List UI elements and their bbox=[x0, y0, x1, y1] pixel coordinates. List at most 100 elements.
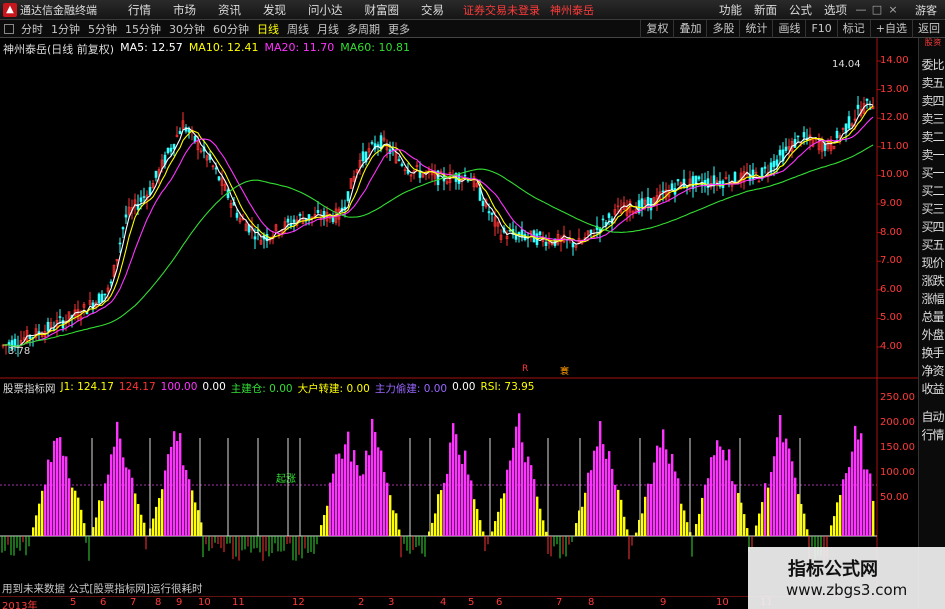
menu-bar: ▲ 通达信金融终端 行情 市场 资讯 发现 问小达 财富圈 交易 证券交易未登录… bbox=[0, 0, 945, 20]
period-fenshi[interactable]: 分时 bbox=[21, 21, 43, 37]
indicator-bar bbox=[77, 497, 80, 536]
period-30min[interactable]: 30分钟 bbox=[169, 21, 205, 37]
kline-chart[interactable] bbox=[0, 38, 918, 609]
trade-login-status[interactable]: 证券交易未登录 bbox=[463, 2, 540, 18]
sidetab-item[interactable]: 收益 bbox=[919, 380, 945, 398]
price-tick-label: 7.00 bbox=[880, 255, 903, 267]
menu-hangqing[interactable]: 行情 bbox=[128, 2, 151, 18]
chart-area[interactable]: 神州泰岳(日线 前复权) MA5: 12.57 MA10: 12.41 MA20… bbox=[0, 38, 918, 609]
formula-note: 用到未来数据 公式[股票指标网]运行很耗时 bbox=[2, 583, 203, 595]
multi-stock-button[interactable]: 多股 bbox=[706, 19, 739, 38]
period-1min[interactable]: 1分钟 bbox=[51, 21, 80, 37]
indicator-dahu: 大户转建: 0.00 bbox=[297, 383, 370, 395]
indicator-name[interactable]: 股票指标网 bbox=[3, 381, 56, 396]
menu-caifuquan[interactable]: 财富圈 bbox=[365, 2, 400, 18]
candle-body bbox=[166, 147, 170, 154]
ma20-line bbox=[2, 116, 874, 347]
indicator-bar bbox=[461, 463, 464, 536]
sidetab-item[interactable]: 净资 bbox=[919, 362, 945, 380]
indicator-bar bbox=[497, 511, 500, 536]
indicator-bar bbox=[530, 465, 533, 536]
sidetab-item[interactable]: 涨跌 bbox=[919, 272, 945, 290]
indicator-bar bbox=[797, 494, 800, 536]
menu-gongneng[interactable]: 功能 bbox=[719, 2, 742, 18]
period-weekly[interactable]: 周线 bbox=[287, 21, 309, 37]
indicator-bar bbox=[446, 473, 449, 536]
indicator-bar bbox=[320, 525, 323, 536]
candle-body bbox=[316, 210, 320, 214]
period-multi[interactable]: 多周期 bbox=[347, 21, 380, 37]
period-60min[interactable]: 60分钟 bbox=[213, 21, 249, 37]
period-more[interactable]: 更多 bbox=[388, 21, 410, 37]
sidetab-item[interactable]: 现价 bbox=[919, 254, 945, 272]
sidetab-item[interactable]: 换手 bbox=[919, 344, 945, 362]
indicator-bar bbox=[686, 522, 689, 536]
indicator-bar bbox=[140, 514, 143, 536]
price-tick-label: 8.00 bbox=[880, 226, 903, 238]
menu-zixun[interactable]: 资讯 bbox=[218, 2, 241, 18]
candle-body bbox=[154, 170, 158, 178]
indicator-bar bbox=[443, 482, 446, 536]
indicator-bar bbox=[650, 483, 653, 536]
guest-label[interactable]: 游客 bbox=[915, 2, 937, 18]
sidetab-item[interactable]: 外盘 bbox=[919, 326, 945, 344]
draw-line-button[interactable]: 画线 bbox=[772, 19, 805, 38]
candle-body bbox=[490, 212, 494, 215]
sidetab-item[interactable]: 卖四 bbox=[919, 92, 945, 110]
sidetab-item[interactable]: 买三 bbox=[919, 200, 945, 218]
toolbar-menu-icon[interactable] bbox=[4, 23, 14, 34]
sidetab-item[interactable]: 买二 bbox=[919, 182, 945, 200]
sidetab-top[interactable]: 股 资 bbox=[919, 38, 945, 56]
indicator-bar bbox=[434, 513, 437, 536]
indicator-bar bbox=[470, 480, 473, 536]
indicator-bar bbox=[509, 460, 512, 536]
sidetab-item[interactable]: 卖一 bbox=[919, 146, 945, 164]
sidetab-item[interactable]: 买一 bbox=[919, 164, 945, 182]
menu-faxian[interactable]: 发现 bbox=[263, 2, 286, 18]
candle-body bbox=[607, 213, 611, 218]
period-monthly[interactable]: 月线 bbox=[317, 21, 339, 37]
sidetab-item[interactable]: 卖二 bbox=[919, 128, 945, 146]
stats-button[interactable]: 统计 bbox=[739, 19, 772, 38]
maximize-button[interactable]: □ bbox=[870, 3, 884, 17]
ma60-value: MA60: 10.81 bbox=[340, 41, 410, 54]
candle-body bbox=[793, 139, 797, 148]
period-15min[interactable]: 15分钟 bbox=[125, 21, 161, 37]
menu-xuanxiang[interactable]: 选项 bbox=[824, 2, 847, 18]
sidetab-item[interactable]: 自动 bbox=[919, 408, 945, 426]
back-button[interactable]: 返回 bbox=[912, 19, 945, 38]
period-daily[interactable]: 日线 bbox=[257, 21, 279, 37]
period-5min[interactable]: 5分钟 bbox=[88, 21, 117, 37]
indicator-bar bbox=[392, 510, 395, 536]
fuquan-button[interactable]: 复权 bbox=[640, 19, 673, 38]
menu-shichang[interactable]: 市场 bbox=[173, 2, 196, 18]
menu-wenxiaoda[interactable]: 问小达 bbox=[308, 2, 343, 18]
sidetab-item[interactable]: 买五 bbox=[919, 236, 945, 254]
indicator-bar bbox=[98, 500, 101, 536]
mark-button[interactable]: 标记 bbox=[836, 19, 870, 38]
menu-gongshi[interactable]: 公式 bbox=[789, 2, 812, 18]
sidetab-item[interactable]: 买四 bbox=[919, 218, 945, 236]
sidetab-item[interactable]: 委比 bbox=[919, 56, 945, 74]
sidetab-item[interactable]: 卖五 bbox=[919, 74, 945, 92]
indicator-bar bbox=[152, 518, 155, 536]
candle-body bbox=[823, 143, 827, 151]
indicator-bar bbox=[383, 472, 386, 536]
f10-button[interactable]: F10 bbox=[805, 19, 836, 38]
add-watchlist-button[interactable]: +自选 bbox=[869, 19, 912, 38]
indicator-bar bbox=[695, 524, 698, 536]
indicator-bar bbox=[380, 450, 383, 536]
candle-body bbox=[661, 190, 665, 193]
sidetab-item[interactable]: 行情 bbox=[919, 426, 945, 444]
candle-body bbox=[139, 197, 143, 202]
close-button[interactable]: × bbox=[886, 3, 900, 17]
indicator-bar bbox=[197, 510, 200, 536]
indicator-tick-label: 200.00 bbox=[880, 417, 915, 428]
overlay-button[interactable]: 叠加 bbox=[673, 19, 706, 38]
minimize-button[interactable]: — bbox=[854, 3, 868, 17]
sidetab-item[interactable]: 涨幅 bbox=[919, 290, 945, 308]
menu-xinmian[interactable]: 新面 bbox=[754, 2, 777, 18]
sidetab-item[interactable]: 卖三 bbox=[919, 110, 945, 128]
menu-jiaoyi[interactable]: 交易 bbox=[421, 2, 444, 18]
sidetab-item[interactable]: 总量 bbox=[919, 308, 945, 326]
